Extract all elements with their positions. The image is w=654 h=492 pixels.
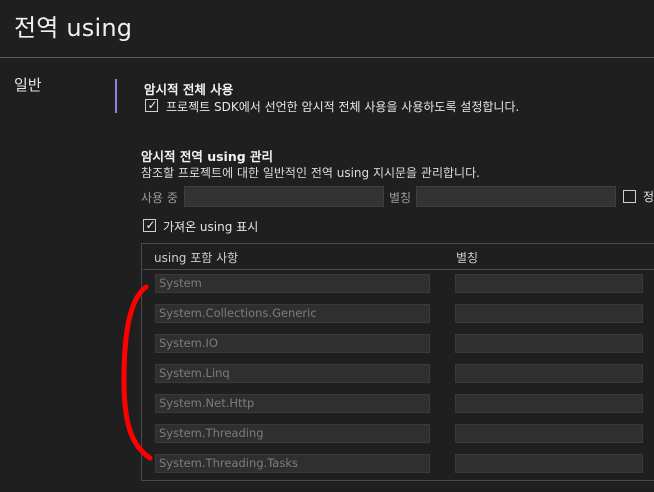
static-checkbox-label: 정 [643,190,654,204]
show-imported-checkbox-label: 가져온 using 표시 [163,220,259,234]
grid-cell-alias[interactable] [455,394,643,413]
implicit-usings-checkbox-label: 프로젝트 SDK에서 선언한 암시적 전체 사용을 사용하도록 설정합니다. [166,100,520,114]
grid-cell-using[interactable]: System.IO [155,334,430,353]
grid-cell-alias[interactable] [455,274,643,293]
sidebar-item-general[interactable]: 일반 [14,74,42,95]
grid-cell-alias[interactable] [455,454,643,473]
static-checkbox[interactable] [623,190,636,203]
grid-cell-alias[interactable] [455,424,643,443]
grid-header-alias[interactable]: 별칭 [456,249,478,266]
using-field-label: 사용 중 [141,191,178,205]
using-input[interactable] [184,186,384,207]
implicit-usings-heading: 암시적 전체 사용 [144,82,234,97]
grid-cell-using[interactable]: System.Threading [155,424,430,443]
implicit-usings-checkbox[interactable]: ✓ [145,98,158,112]
grid-header-using[interactable]: using 포함 사항 [154,249,238,266]
grid-cell-using[interactable]: System.Threading.Tasks [155,454,430,473]
page-title: 전역 using [14,14,133,42]
checkmark-icon: ✓ [145,218,156,232]
grid-cell-alias[interactable] [455,334,643,353]
grid-cell-alias[interactable] [455,304,643,323]
grid-cell-using[interactable]: System.Linq [155,364,430,383]
grid-header-divider [143,269,654,270]
checkmark-icon: ✓ [147,98,158,112]
grid-cell-using[interactable]: System.Net.Http [155,394,430,413]
manage-usings-description: 참조할 프로젝트에 대한 일반적인 전역 using 지시문을 관리합니다. [141,166,480,180]
title-divider [0,57,654,58]
alias-input[interactable] [416,186,616,207]
manage-usings-heading: 암시적 전역 using 관리 [141,149,274,164]
grid-cell-using[interactable]: System.Collections.Generic [155,304,430,323]
alias-field-label: 별칭 [389,191,412,205]
grid-cell-using[interactable]: System [155,274,430,293]
section-accent-bar [115,79,117,113]
show-imported-checkbox[interactable]: ✓ [143,218,156,232]
usings-grid: using 포함 사항 별칭 System System.Collections… [141,243,654,481]
grid-cell-alias[interactable] [455,364,643,383]
